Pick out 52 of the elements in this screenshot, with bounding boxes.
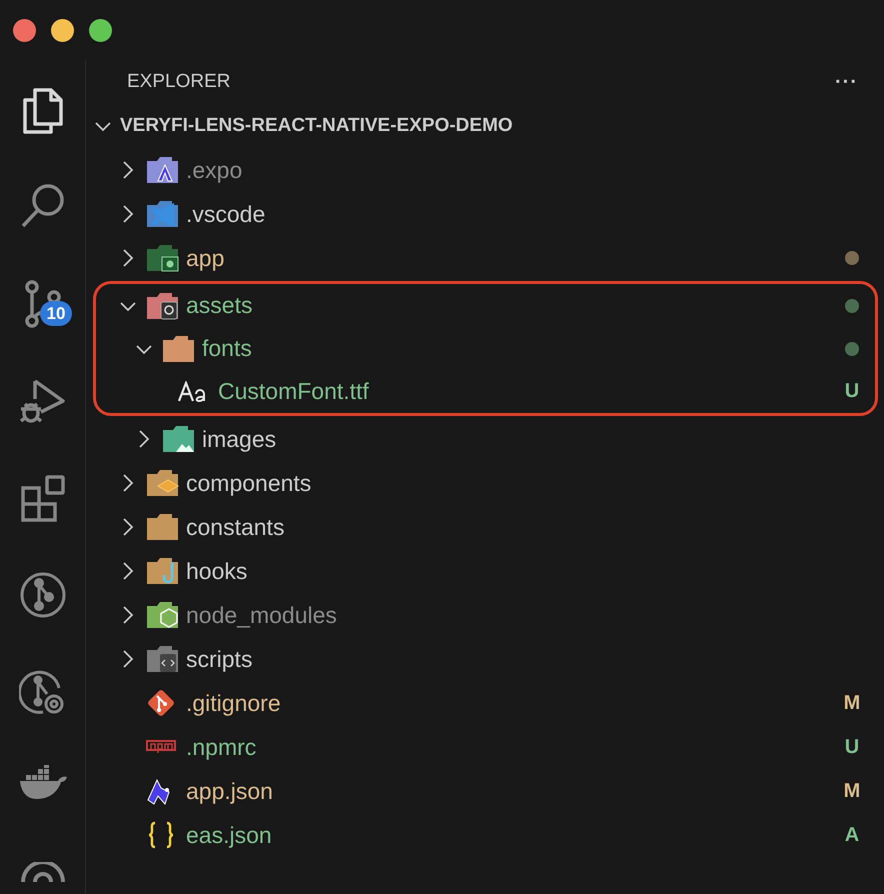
file-name: .npmrc bbox=[186, 734, 258, 760]
file-name: CustomFont.ttf bbox=[218, 378, 370, 405]
project-folder-header[interactable]: VERYFI-LENS-REACT-NATIVE-EXPO-DEMO bbox=[86, 104, 878, 148]
git-status-letter: M bbox=[842, 692, 862, 714]
file-name: .expo bbox=[186, 156, 244, 184]
folder-row[interactable]: app bbox=[86, 236, 878, 280]
folder-row[interactable]: constants bbox=[86, 505, 878, 549]
folder-row[interactable]: fonts bbox=[96, 327, 875, 370]
file-name: images bbox=[202, 426, 278, 452]
file-name: eas.json bbox=[186, 822, 273, 848]
run-debug-icon[interactable] bbox=[18, 377, 66, 425]
ring-icon[interactable] bbox=[18, 862, 66, 882]
folder-row[interactable]: .expo bbox=[86, 148, 878, 192]
whale-icon[interactable] bbox=[18, 765, 68, 801]
folder-row[interactable]: .vscode bbox=[86, 192, 878, 236]
file-row[interactable]: CustomFont.ttf U bbox=[96, 370, 875, 413]
files-icon[interactable] bbox=[20, 86, 64, 136]
file-name: fonts bbox=[202, 335, 253, 362]
git-status-letter: U bbox=[844, 380, 860, 403]
git-status-letter: M bbox=[842, 780, 862, 802]
folder-row[interactable]: images bbox=[86, 417, 878, 461]
file-name: .vscode bbox=[186, 200, 266, 228]
file-name: scripts bbox=[186, 646, 254, 672]
file-name: app bbox=[186, 244, 226, 272]
file-name: .gitignore bbox=[186, 690, 282, 716]
minimize-button[interactable] bbox=[51, 18, 74, 42]
folder-row[interactable]: assets bbox=[96, 284, 875, 327]
search-icon[interactable] bbox=[20, 183, 66, 229]
file-row[interactable]: .gitignore M bbox=[86, 681, 878, 725]
explorer-title: EXPLORER bbox=[127, 71, 230, 93]
extensions-icon[interactable] bbox=[18, 474, 66, 522]
folder-row[interactable]: node_modules bbox=[86, 593, 878, 637]
file-row[interactable]: eas.json A bbox=[86, 813, 878, 857]
folder-row[interactable]: scripts bbox=[86, 637, 878, 681]
folder-row[interactable]: hooks bbox=[86, 549, 878, 593]
zoom-button[interactable] bbox=[89, 18, 112, 42]
folder-row[interactable]: components bbox=[86, 461, 878, 505]
close-button[interactable] bbox=[13, 18, 36, 42]
file-name: app.json bbox=[186, 778, 274, 804]
count-badge: 10 bbox=[40, 301, 72, 326]
git-status-letter: U bbox=[844, 736, 860, 758]
git-status-letter: A bbox=[844, 824, 860, 846]
file-name: hooks bbox=[186, 558, 248, 584]
file-name: constants bbox=[186, 514, 286, 540]
file-name: assets bbox=[186, 292, 254, 319]
git-inspect-icon[interactable] bbox=[18, 668, 66, 716]
file-row[interactable]: app.json M bbox=[86, 769, 878, 813]
file-name: components bbox=[186, 470, 312, 496]
file-name: node_modules bbox=[186, 602, 338, 628]
git-graph-icon[interactable] bbox=[18, 571, 66, 619]
file-row[interactable]: .npmrc U bbox=[86, 725, 878, 769]
more-actions-button[interactable]: ··· bbox=[835, 70, 858, 94]
